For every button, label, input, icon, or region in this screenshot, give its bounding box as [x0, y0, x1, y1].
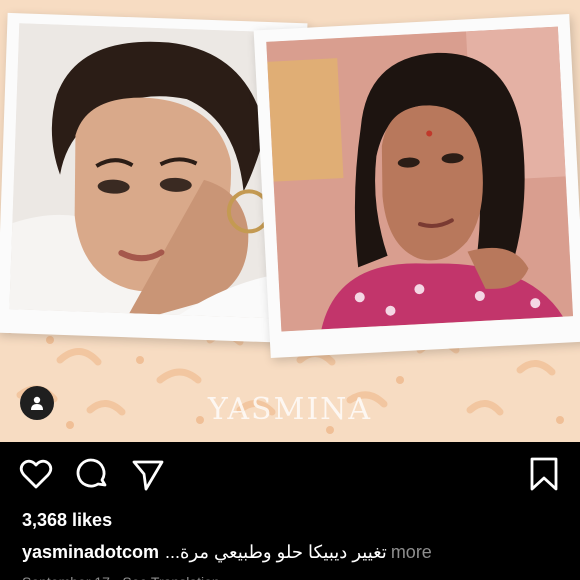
- polaroid-right: [253, 13, 580, 359]
- bookmark-icon: [530, 457, 558, 491]
- post-meta: September 17 · See Translation: [22, 574, 572, 580]
- share-button[interactable]: [130, 456, 166, 492]
- save-button[interactable]: [526, 456, 562, 492]
- caption: yasminadotcom تغيير ديبيكا حلو وطبيعي مرة…: [22, 542, 572, 563]
- portrait-photo-natural: [266, 26, 574, 332]
- action-bar: [0, 442, 580, 508]
- heart-icon: [19, 459, 53, 489]
- user-tag-button[interactable]: [20, 386, 54, 420]
- paper-plane-icon: [132, 460, 164, 491]
- post-image[interactable]: YASMINA: [0, 0, 580, 442]
- portrait-photo-glam: [9, 23, 296, 319]
- watermark-text: YASMINA: [207, 392, 373, 427]
- likes-count[interactable]: 3,368 likes: [22, 510, 112, 531]
- caption-text: تغيير ديبيكا حلو وطبيعي مرة...: [165, 542, 387, 562]
- more-link[interactable]: more: [391, 542, 432, 562]
- like-button[interactable]: [18, 456, 54, 492]
- comment-icon: [76, 458, 107, 488]
- caption-username[interactable]: yasminadotcom: [22, 542, 159, 562]
- comment-button[interactable]: [74, 456, 110, 492]
- user-icon: [31, 396, 43, 410]
